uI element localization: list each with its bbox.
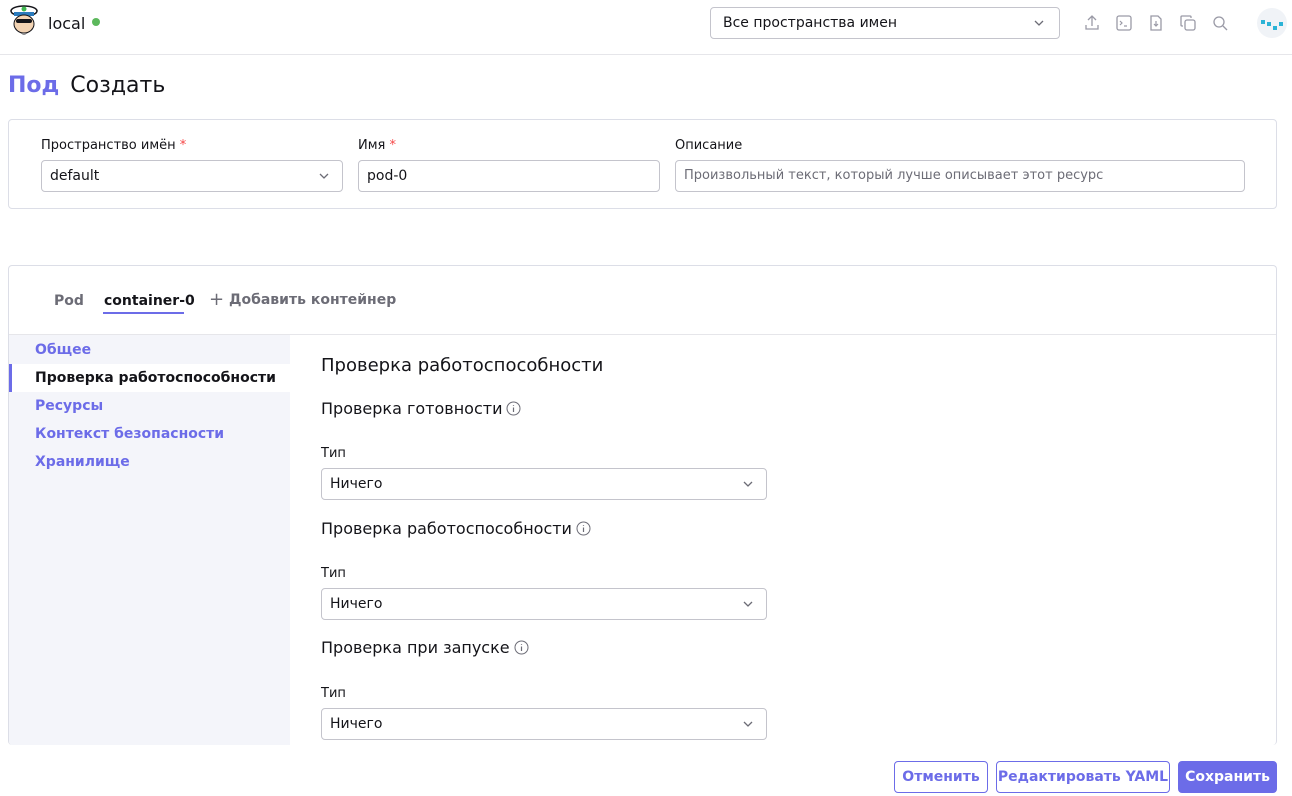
user-avatar[interactable]: [1257, 8, 1287, 38]
name-input[interactable]: pod-0: [358, 160, 660, 192]
chevron-down-icon: [743, 601, 753, 607]
edit-yaml-button[interactable]: Редактировать YAML: [996, 761, 1170, 793]
copy-icon[interactable]: [1179, 14, 1197, 32]
nav-item-security-context[interactable]: Контекст безопасности: [9, 420, 290, 448]
section-title: Проверка работоспособности: [321, 355, 604, 376]
tab-container-0[interactable]: container-0: [104, 293, 195, 309]
nav-item-health-check[interactable]: Проверка работоспособности: [9, 364, 290, 392]
search-icon[interactable]: [1211, 14, 1229, 32]
namespace-label: Пространство имён *: [41, 138, 187, 153]
info-icon[interactable]: [506, 401, 521, 416]
active-tab-underline: [103, 312, 184, 314]
startup-type-label: Тип: [321, 686, 346, 701]
readiness-type-value: Ничего: [330, 476, 383, 492]
name-label: Имя *: [358, 138, 396, 153]
readiness-probe-title: Проверка готовности: [321, 399, 521, 418]
upload-icon[interactable]: [1083, 14, 1101, 32]
pod-editor-panel: Pod container-0 + Добавить контейнер Обще…: [8, 265, 1277, 745]
add-container-label: Добавить контейнер: [229, 292, 397, 308]
metadata-form: Пространство имён * default Имя * pod-0 …: [8, 119, 1277, 209]
liveness-type-label: Тип: [321, 566, 346, 581]
liveness-type-select[interactable]: Ничего: [321, 588, 767, 620]
page-action: Создать: [70, 73, 166, 98]
liveness-type-value: Ничего: [330, 596, 383, 612]
top-header: local Все пространства имен: [0, 0, 1292, 55]
nav-item-storage[interactable]: Хранилище: [9, 448, 290, 476]
resource-type-link[interactable]: Под: [8, 73, 59, 98]
readiness-type-select[interactable]: Ничего: [321, 468, 767, 500]
nav-item-general[interactable]: Общее: [9, 336, 290, 364]
cluster-status-dot: [92, 18, 100, 26]
container-tabs: Pod container-0 + Добавить контейнер: [9, 266, 1276, 335]
add-container-button[interactable]: + Добавить контейнер: [209, 289, 397, 310]
cancel-button[interactable]: Отменить: [894, 761, 988, 793]
info-icon[interactable]: [514, 640, 529, 655]
cluster-logo-icon[interactable]: [8, 4, 40, 42]
description-label: Описание: [675, 138, 743, 153]
chevron-down-icon: [319, 173, 329, 179]
startup-type-value: Ничего: [330, 716, 383, 732]
nav-item-resources[interactable]: Ресурсы: [9, 392, 290, 420]
cluster-name[interactable]: local: [48, 14, 85, 33]
liveness-probe-title: Проверка работоспособности: [321, 519, 591, 538]
info-icon[interactable]: [576, 521, 591, 536]
startup-type-select[interactable]: Ничего: [321, 708, 767, 740]
save-button[interactable]: Сохранить: [1178, 761, 1277, 793]
download-icon[interactable]: [1147, 14, 1165, 32]
avatar-pattern-icon: [1261, 20, 1283, 30]
chevron-down-icon: [743, 481, 753, 487]
chevron-down-icon: [743, 721, 753, 727]
namespace-filter-value: Все пространства имен: [723, 15, 898, 31]
container-section-nav: Общее Проверка работоспособности Ресурсы…: [9, 335, 290, 745]
namespace-value: default: [50, 168, 100, 184]
namespace-filter-select[interactable]: Все пространства имен: [710, 7, 1060, 39]
namespace-select[interactable]: default: [41, 160, 343, 192]
description-input[interactable]: Произвольный текст, который лучше описыв…: [675, 160, 1245, 192]
plus-icon: +: [209, 289, 225, 310]
tab-pod[interactable]: Pod: [54, 293, 84, 309]
page-title: Под Создать: [8, 73, 165, 98]
readiness-type-label: Тип: [321, 446, 346, 461]
chevron-down-icon: [1034, 20, 1044, 26]
startup-probe-title: Проверка при запуске: [321, 638, 529, 657]
terminal-icon[interactable]: [1115, 14, 1133, 32]
